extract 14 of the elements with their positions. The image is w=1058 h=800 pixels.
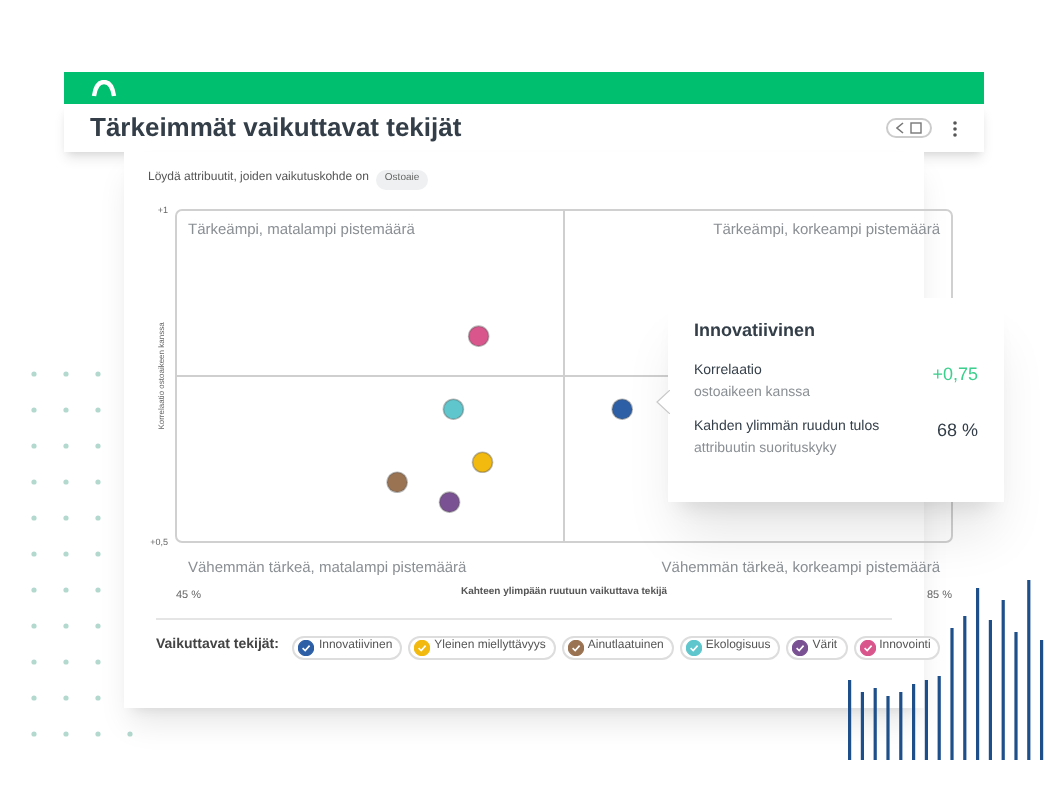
nav-button-group[interactable] — [886, 118, 932, 138]
data-point[interactable] — [442, 397, 465, 419]
window-title: Tärkeimmät vaikuttavat tekijät — [90, 110, 464, 147]
tooltip-title: Innovatiivinen — [694, 318, 818, 344]
metric-value: +0,75 — [932, 361, 978, 387]
logo-icon — [90, 79, 118, 97]
more-icon[interactable] — [952, 119, 958, 137]
expand-icon — [910, 122, 922, 134]
metric-value: 68 % — [936, 417, 978, 443]
data-point[interactable] — [386, 470, 408, 493]
data-point[interactable] — [467, 324, 490, 346]
back-icon — [896, 122, 904, 134]
data-point[interactable] — [438, 490, 461, 512]
data-point[interactable] — [611, 397, 633, 419]
